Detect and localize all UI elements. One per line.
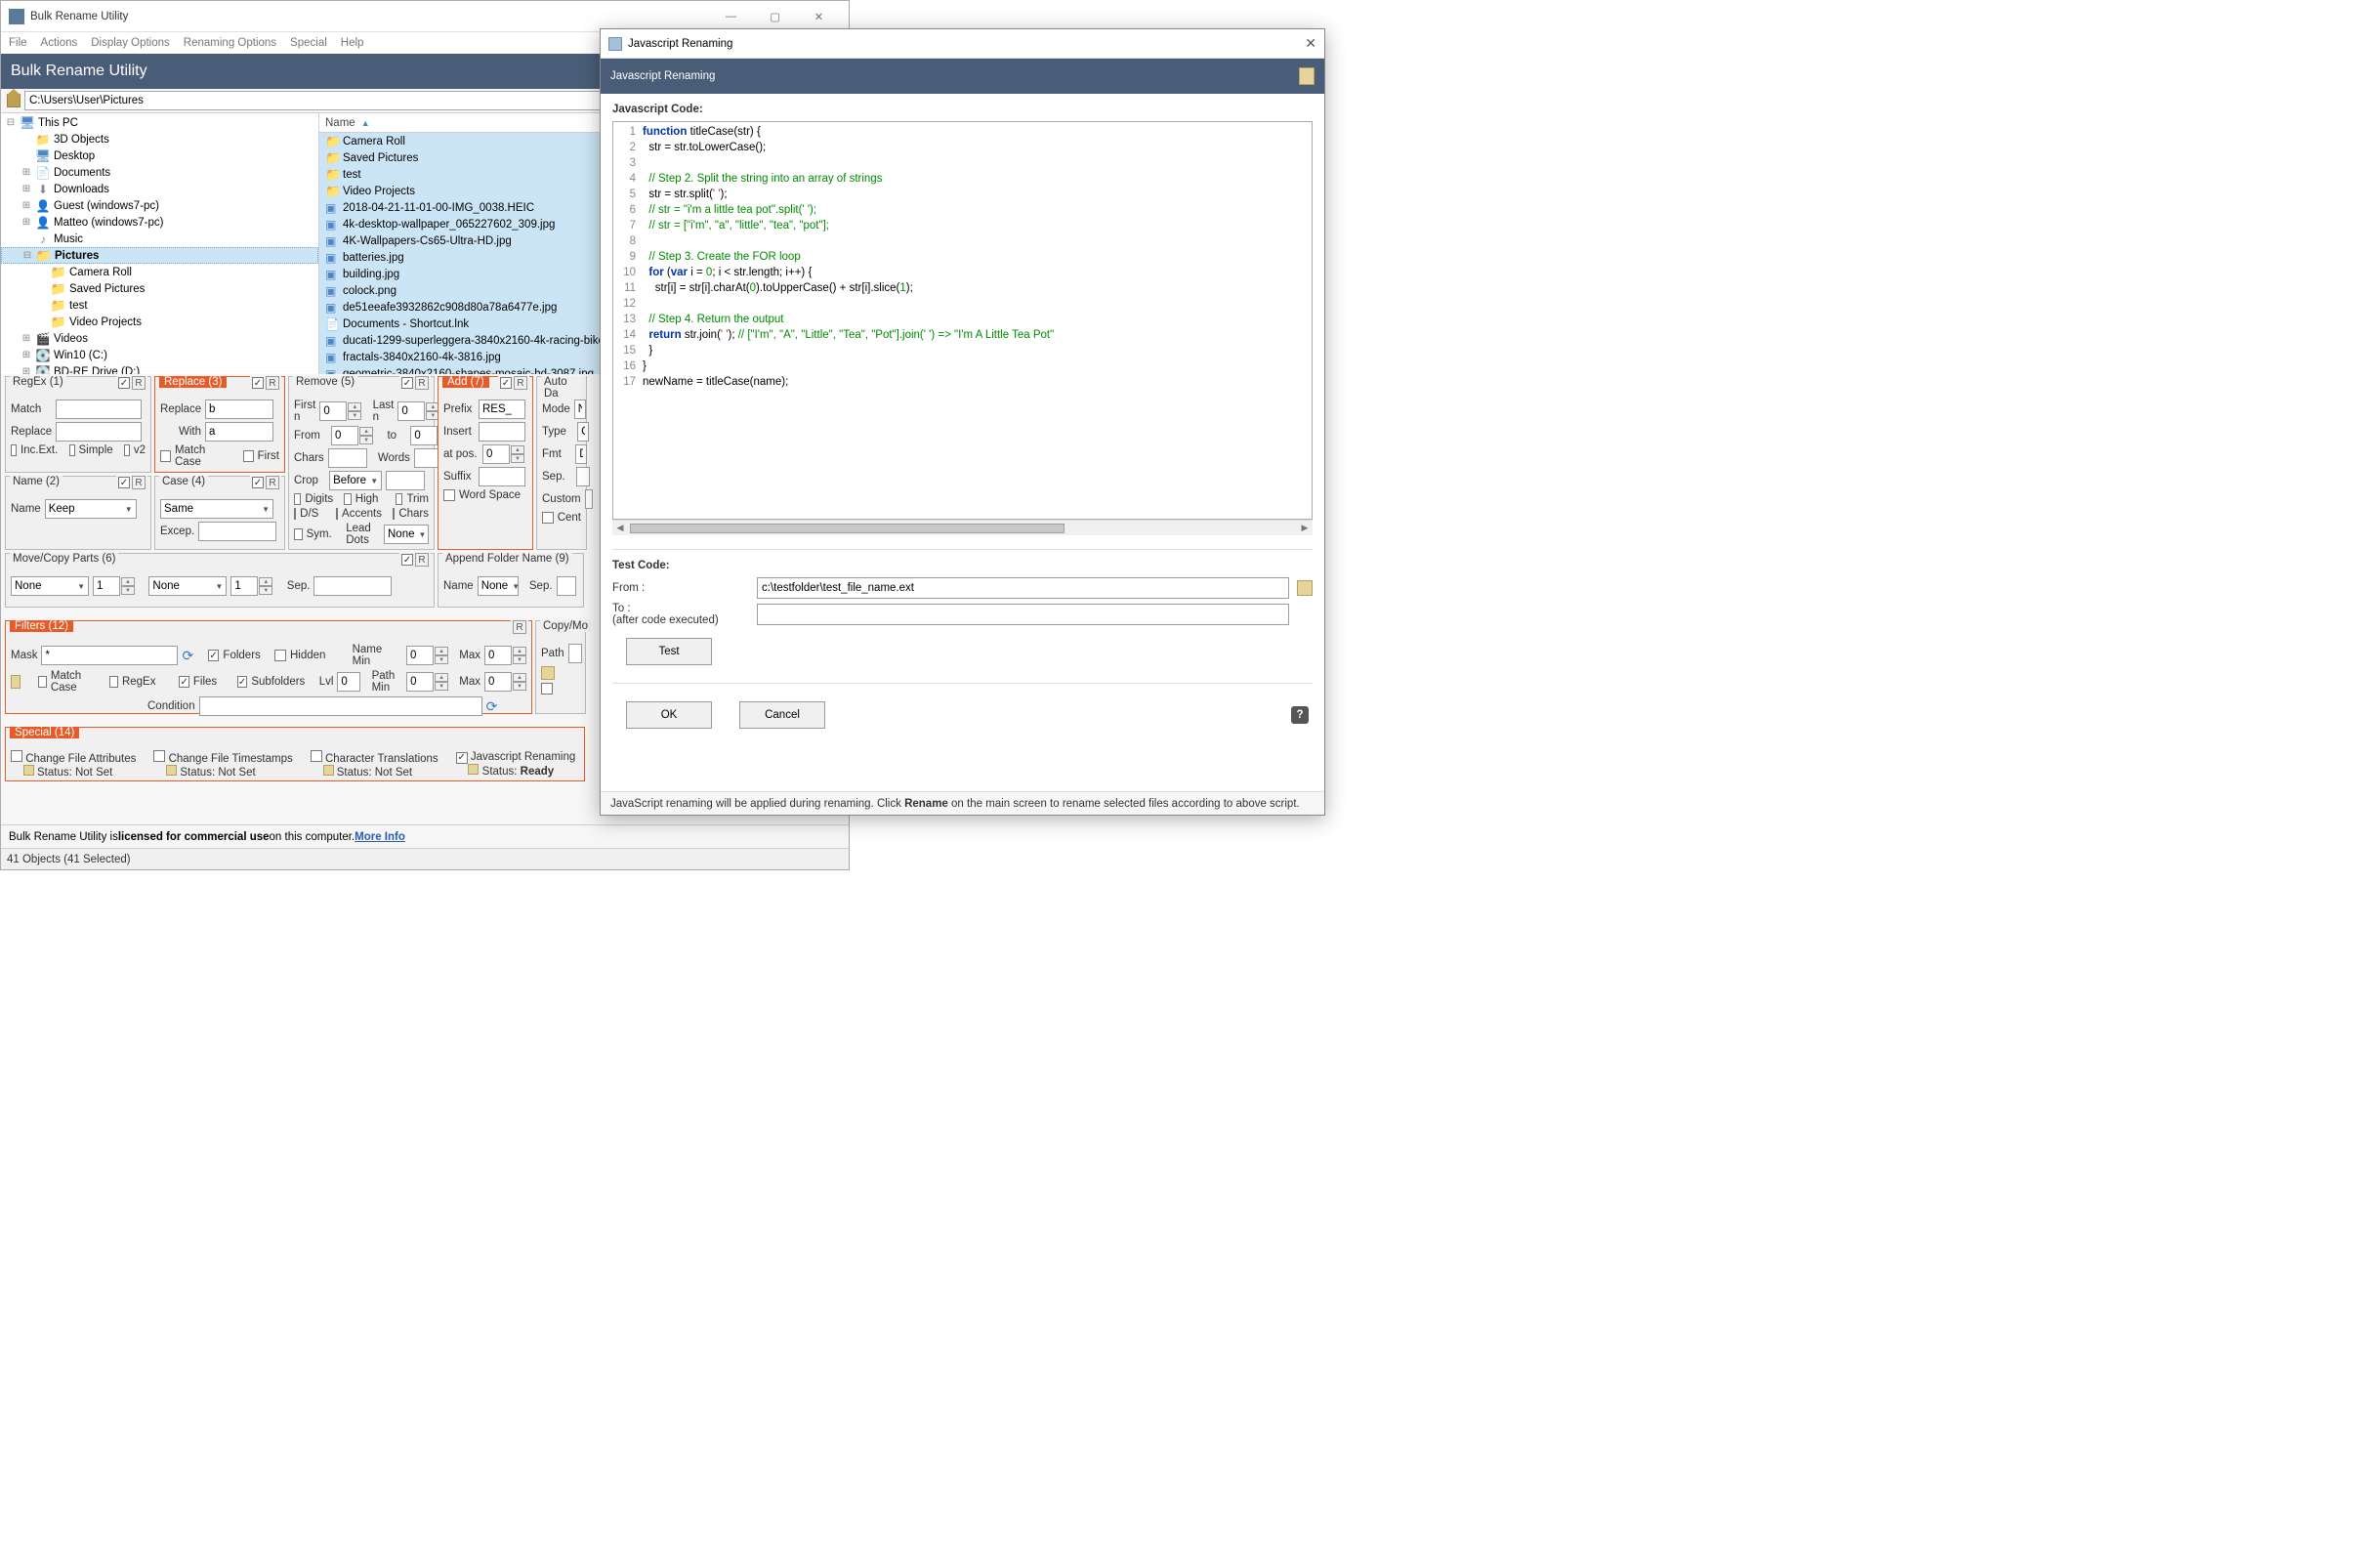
menu-special[interactable]: Special bbox=[290, 37, 327, 49]
tree-item[interactable]: 🖥Desktop bbox=[1, 147, 318, 164]
tree-item[interactable]: 📁Video Projects bbox=[1, 314, 318, 330]
panel-movecopy-parts: Move/Copy Parts (6) R None ▲▼ None ▲▼ Se… bbox=[5, 553, 435, 608]
panel-name: Name (2) R NameKeep bbox=[5, 476, 151, 550]
panel-special: Special (14) Change File Attributes Stat… bbox=[5, 727, 585, 781]
minimize-button[interactable]: — bbox=[709, 3, 753, 30]
tree-item[interactable]: ⊞💽BD-RE Drive (D:) bbox=[1, 363, 318, 374]
panel-replace-title: Replace (3) bbox=[159, 376, 227, 388]
window-title: Bulk Rename Utility bbox=[30, 11, 709, 22]
tree-item[interactable]: ♪Music bbox=[1, 231, 318, 247]
panel-regex: RegEx (1) R Match Replace Inc.Ext. Simpl… bbox=[5, 376, 151, 473]
panel-add: Add (7) R Prefix Insert at pos.▲▼ Suffix… bbox=[438, 376, 533, 550]
panel-regex-title: RegEx (1) bbox=[10, 376, 66, 388]
folder-tree[interactable]: ⊟🖥This PC📁3D Objects🖥Desktop⊞📄Documents⊞… bbox=[1, 113, 319, 374]
to-output bbox=[757, 604, 1289, 625]
refresh-icon[interactable]: ⟳ bbox=[182, 648, 193, 664]
panel-regex-enable[interactable] bbox=[118, 377, 130, 389]
home-icon[interactable] bbox=[7, 94, 21, 107]
tree-item[interactable]: ⊞🎬Videos bbox=[1, 330, 318, 347]
refresh-icon[interactable]: ⟳ bbox=[486, 698, 498, 715]
from-input[interactable]: c:\testfolder\test_file_name.ext bbox=[757, 577, 1289, 599]
panel-filters: Filters (12) R Mask ⟳ Folders Hidden Nam… bbox=[5, 620, 532, 714]
panel-replace: Replace (3) R Replace With Match Case Fi… bbox=[154, 376, 285, 473]
tree-item[interactable]: ⊞💽Win10 (C:) bbox=[1, 347, 318, 363]
editor-hscroll[interactable]: ◀▶ bbox=[612, 520, 1313, 535]
panel-remove: Remove (5) R First n▲▼ Last n▲▼ From ▲▼ … bbox=[288, 376, 435, 550]
app-icon bbox=[9, 9, 24, 24]
panel-case: Case (4) R Same Excep. bbox=[154, 476, 285, 550]
menu-help[interactable]: Help bbox=[341, 37, 364, 49]
regex-replace-input[interactable] bbox=[56, 422, 142, 442]
code-editor[interactable]: 1234567891011121314151617 function title… bbox=[612, 121, 1313, 520]
tree-item[interactable]: 📁3D Objects bbox=[1, 131, 318, 147]
test-label: Test Code: bbox=[612, 560, 1313, 571]
maximize-button[interactable]: ▢ bbox=[753, 3, 797, 30]
panel-autodate: Auto Da Mode Type Fmt Sep. Custom Cent bbox=[536, 376, 587, 550]
license-footer: Bulk Rename Utility is licensed for comm… bbox=[1, 824, 849, 848]
script-icon bbox=[1299, 67, 1315, 85]
tree-item[interactable]: ⊞⬇Downloads bbox=[1, 181, 318, 197]
panel-regex-reset[interactable]: R bbox=[132, 376, 146, 390]
regex-match-input[interactable] bbox=[56, 400, 142, 419]
menu-display-options[interactable]: Display Options bbox=[91, 37, 170, 49]
dialog-close-icon[interactable]: ✕ bbox=[1305, 35, 1316, 52]
tree-item[interactable]: 📁Camera Roll bbox=[1, 264, 318, 280]
menu-file[interactable]: File bbox=[9, 37, 27, 49]
to-label: To :(after code executed) bbox=[612, 603, 749, 626]
panel-append-folder: Append Folder Name (9) NameNone Sep. bbox=[438, 553, 584, 608]
dialog-titlebar[interactable]: Javascript Renaming ✕ bbox=[601, 29, 1324, 59]
dialog-title: Javascript Renaming bbox=[628, 38, 732, 50]
options-icon[interactable] bbox=[11, 675, 21, 689]
javascript-renaming-dialog: Javascript Renaming ✕ Javascript Renamin… bbox=[600, 28, 1325, 816]
test-button[interactable]: Test bbox=[626, 638, 712, 665]
browse-icon[interactable] bbox=[1297, 580, 1313, 596]
help-icon[interactable]: ? bbox=[1291, 706, 1309, 724]
dialog-icon bbox=[608, 37, 622, 51]
tree-item[interactable]: 📁Saved Pictures bbox=[1, 280, 318, 297]
more-info-link[interactable]: More Info bbox=[355, 831, 405, 843]
tree-item[interactable]: ⊞📄Documents bbox=[1, 164, 318, 181]
code-label: Javascript Code: bbox=[612, 104, 1313, 115]
sort-asc-icon: ▲ bbox=[361, 118, 370, 128]
tree-item[interactable]: ⊟📁Pictures bbox=[1, 247, 318, 264]
menu-renaming-options[interactable]: Renaming Options bbox=[184, 37, 276, 49]
from-label: From : bbox=[612, 582, 749, 594]
replace-replace-input[interactable] bbox=[205, 400, 273, 419]
tree-item[interactable]: ⊟🖥This PC bbox=[1, 114, 318, 131]
tree-item[interactable]: ⊞👤Guest (windows7-pc) bbox=[1, 197, 318, 214]
replace-with-input[interactable] bbox=[205, 422, 273, 442]
panel-copymove: Copy/Mo Path bbox=[535, 620, 586, 714]
status-bar: 41 Objects (41 Selected) bbox=[1, 848, 849, 869]
dialog-info-strip: JavaScript renaming will be applied duri… bbox=[601, 791, 1324, 815]
browse-icon[interactable] bbox=[541, 666, 555, 680]
ok-button[interactable]: OK bbox=[626, 701, 712, 729]
close-button[interactable]: ✕ bbox=[797, 3, 841, 30]
tree-item[interactable]: 📁test bbox=[1, 297, 318, 314]
cancel-button[interactable]: Cancel bbox=[739, 701, 825, 729]
tree-item[interactable]: ⊞👤Matteo (windows7-pc) bbox=[1, 214, 318, 231]
menu-actions[interactable]: Actions bbox=[41, 37, 78, 49]
dialog-banner: Javascript Renaming bbox=[601, 59, 1324, 94]
